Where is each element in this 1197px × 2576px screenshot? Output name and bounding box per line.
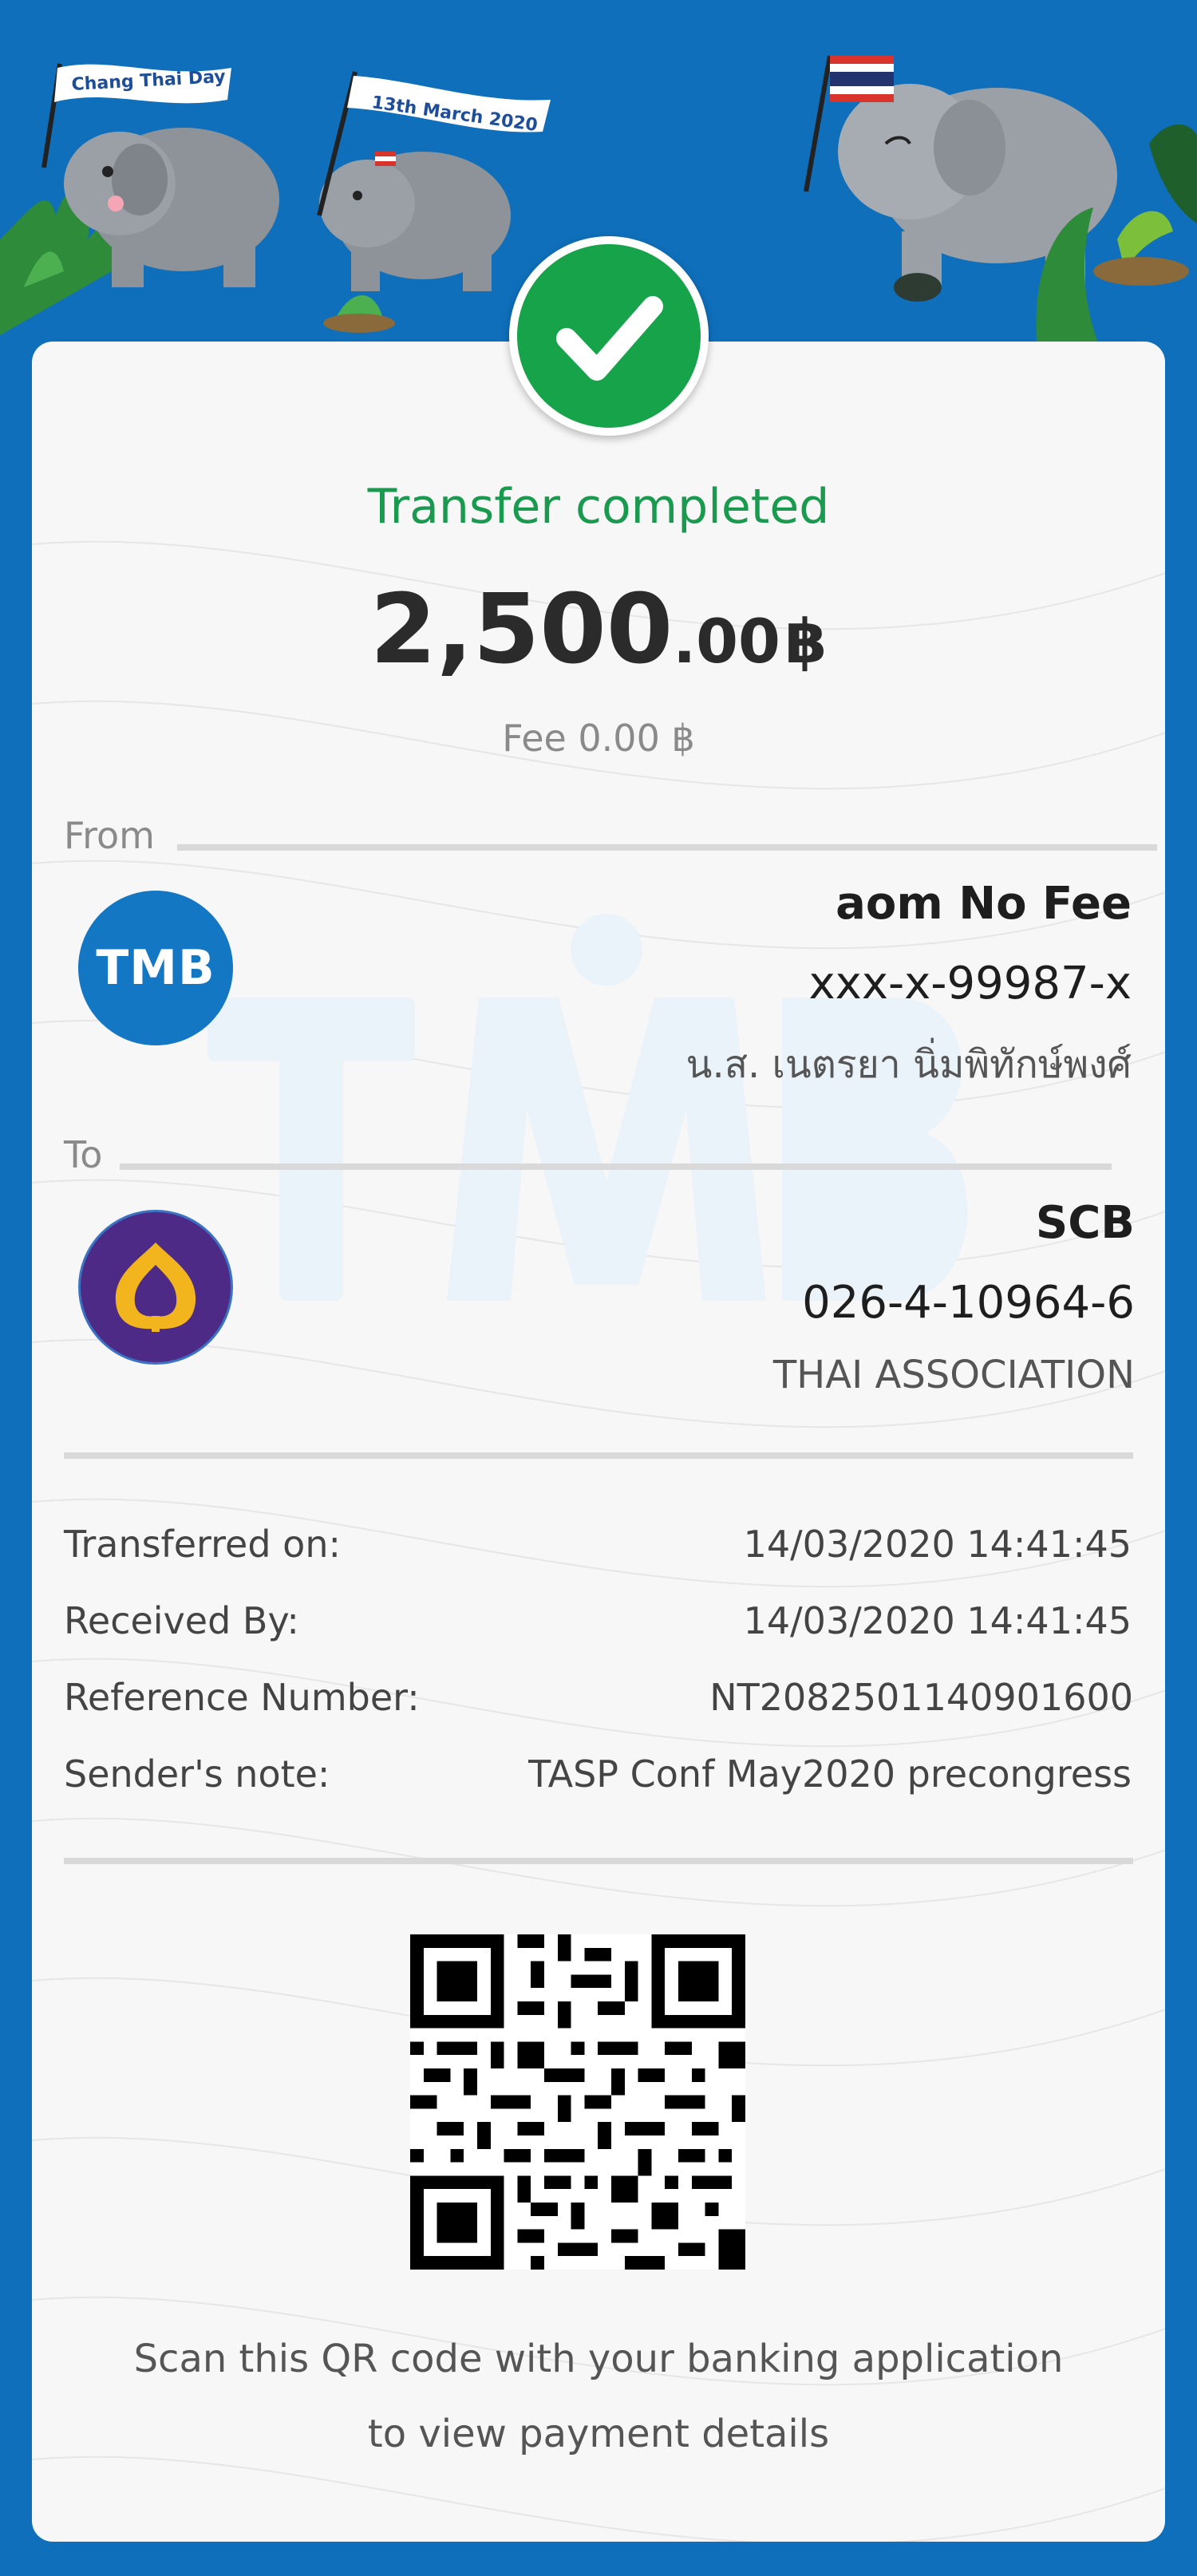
- to-label: To: [64, 1133, 103, 1176]
- detail-label-senders-note: Sender's note:: [64, 1752, 330, 1796]
- detail-value-reference-number: NT2082501140901600: [709, 1676, 1133, 1719]
- sender-owner-name: น.ส. เนตรยา นิ่มพิทักษ์พงศ์: [685, 1042, 1132, 1087]
- currency-symbol: ฿: [784, 606, 828, 677]
- success-badge: [509, 236, 709, 436]
- tmb-bank-logo: TMB: [78, 891, 233, 1045]
- detail-value-transferred-on: 14/03/2020 14:41:45: [743, 1523, 1132, 1566]
- amount-integer: 2,500: [369, 575, 674, 685]
- transfer-fee: Fee 0.00 ฿: [502, 717, 695, 760]
- qr-code-icon: [410, 1934, 745, 2270]
- to-divider: [120, 1164, 1112, 1170]
- detail-label-received-by: Received By:: [64, 1599, 299, 1642]
- checkmark-icon: [556, 296, 663, 381]
- qr-divider: [64, 1858, 1133, 1864]
- from-label: From: [64, 814, 155, 857]
- detail-value-senders-note: TASP Conf May2020 precongress: [528, 1752, 1132, 1796]
- qr-caption-line-1: Scan this QR code with your banking appl…: [133, 2337, 1064, 2381]
- sender-account-name: aom No Fee: [836, 878, 1132, 930]
- detail-label-transferred-on: Transferred on:: [64, 1523, 341, 1566]
- details-divider: [64, 1452, 1133, 1459]
- scb-emblem-icon: [115, 1243, 196, 1332]
- detail-value-received-by: 14/03/2020 14:41:45: [743, 1599, 1132, 1642]
- status-title: Transfer completed: [367, 479, 830, 535]
- recipient-bank-name: SCB: [1035, 1197, 1135, 1249]
- scb-bank-logo: [78, 1210, 233, 1365]
- amount-decimal: .00: [673, 606, 780, 677]
- sender-account-number: xxx-x-99987-x: [808, 958, 1132, 1009]
- from-divider: [177, 844, 1157, 851]
- transfer-amount: 2,500.00 ฿: [0, 575, 1197, 685]
- recipient-owner-name: THAI ASSOCIATION: [772, 1353, 1135, 1397]
- recipient-account-number: 026-4-10964-6: [802, 1277, 1135, 1329]
- qr-caption-line-2: to view payment details: [367, 2412, 830, 2456]
- detail-label-reference-number: Reference Number:: [64, 1676, 420, 1719]
- payment-qr-code: [410, 1934, 745, 2270]
